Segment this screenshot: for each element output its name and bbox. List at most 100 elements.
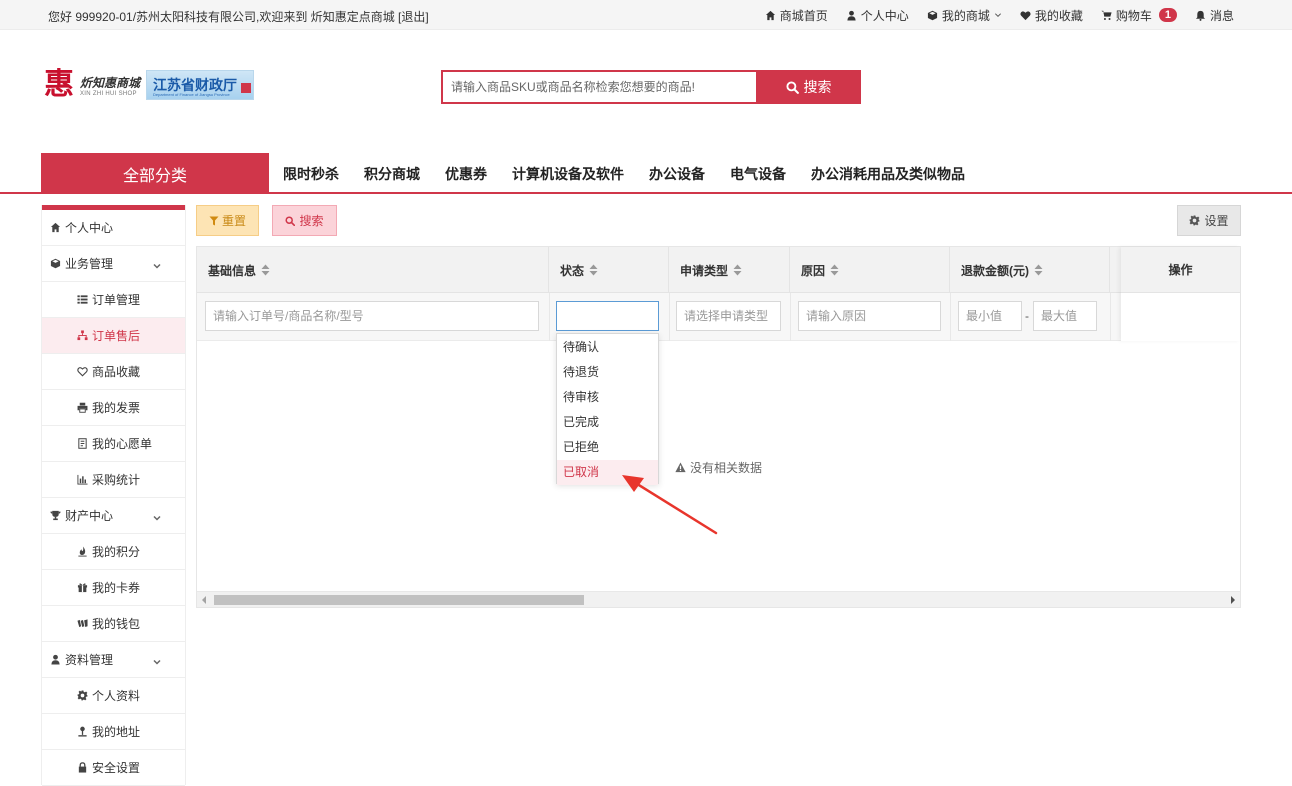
sidebar-item-points[interactable]: 我的积分	[42, 534, 185, 570]
chevron-down-icon	[994, 13, 1001, 18]
table-filter-row	[197, 293, 1240, 341]
category-computer-equipment[interactable]: 计算机设备及软件	[512, 164, 624, 184]
sidebar-item-addresses[interactable]: 我的地址	[42, 714, 185, 750]
sidebar-item-wishlist[interactable]: 我的心愿单	[42, 426, 185, 462]
column-header-reason[interactable]: 原因	[790, 247, 950, 293]
refund-max-input[interactable]	[1033, 301, 1097, 331]
gear-icon	[1189, 215, 1201, 226]
sort-icon	[589, 264, 598, 276]
status-option-rejected[interactable]: 已拒绝	[557, 435, 658, 460]
category-flash-sale[interactable]: 限时秒杀	[283, 164, 339, 184]
status-option-pending-confirm[interactable]: 待确认	[557, 335, 658, 360]
topnav-messages[interactable]: 消息	[1195, 7, 1234, 24]
category-electrical-equipment[interactable]: 电气设备	[730, 164, 786, 184]
sidebar-item-label: 安全设置	[92, 761, 141, 775]
status-option-completed[interactable]: 已完成	[557, 410, 658, 435]
table-settings-button[interactable]: 设置	[1177, 205, 1241, 236]
request-type-filter-select[interactable]	[676, 301, 781, 331]
range-separator: -	[1025, 309, 1029, 323]
sidebar-item-label: 个人中心	[65, 221, 114, 235]
product-search-button-label: 搜索	[803, 79, 832, 95]
sidebar-item-order-management[interactable]: 订单管理	[42, 282, 185, 318]
topnav-my-mall-label: 我的商城	[941, 8, 990, 23]
chevron-down-icon	[153, 659, 161, 665]
refund-min-input[interactable]	[958, 301, 1022, 331]
sidebar-group-label: 财产中心	[65, 509, 114, 523]
status-option-pending-return[interactable]: 待退货	[557, 360, 658, 385]
trophy-icon	[50, 510, 61, 521]
basic-info-filter-input[interactable]	[205, 301, 539, 331]
cart-icon	[1101, 10, 1112, 20]
scrollbar-thumb[interactable]	[214, 595, 584, 605]
document-icon	[78, 438, 87, 449]
sidebar-item-label: 我的卡券	[92, 581, 141, 595]
sidebar-item-wallet[interactable]: 我的钱包	[42, 606, 185, 642]
sidebar: 个人中心 业务管理 订单管理 订单售后 商品收藏 我的发票 我的心愿单 采购统计…	[41, 205, 186, 786]
topnav-my-mall[interactable]: 我的商城	[927, 7, 1002, 24]
site-logo[interactable]: 惠 炘知惠商城 XIN ZHI HUI SHOP 江苏省财政厅 Departme…	[44, 68, 264, 102]
gear-icon	[77, 690, 88, 701]
sidebar-group-assets[interactable]: 财产中心	[42, 498, 185, 534]
reset-filter-button[interactable]: 重置	[196, 205, 259, 236]
topnav-cart-label: 购物车	[1115, 8, 1152, 23]
scroll-right-arrow-icon[interactable]	[1231, 596, 1235, 604]
bell-icon	[1195, 10, 1206, 21]
category-nav: 限时秒杀 积分商城 优惠券 计算机设备及软件 办公设备 电气设备 办公消耗用品及…	[283, 153, 965, 194]
status-option-cancelled[interactable]: 已取消	[557, 460, 658, 485]
sidebar-item-vouchers[interactable]: 我的卡券	[42, 570, 185, 606]
sidebar-item-invoices[interactable]: 我的发票	[42, 390, 185, 426]
sort-icon	[830, 264, 839, 276]
category-office-equipment[interactable]: 办公设备	[649, 164, 705, 184]
cart-count-badge: 1	[1158, 8, 1177, 22]
map-pin-icon	[78, 726, 87, 737]
column-divider	[1110, 293, 1111, 341]
table-settings-label: 设置	[1204, 214, 1229, 228]
all-categories-button[interactable]: 全部分类	[41, 153, 269, 194]
sidebar-item-personal-info[interactable]: 个人资料	[42, 678, 185, 714]
sidebar-item-product-favorites[interactable]: 商品收藏	[42, 354, 185, 390]
column-header-request-type[interactable]: 申请类型	[669, 247, 790, 293]
status-dropdown: 待确认 待退货 待审核 已完成 已拒绝 已取消	[556, 333, 659, 485]
filter-search-button[interactable]: 搜索	[272, 205, 337, 236]
scroll-left-arrow-icon[interactable]	[202, 596, 206, 604]
column-header-label: 原因	[801, 263, 826, 278]
reason-filter-input[interactable]	[798, 301, 941, 331]
product-search-input[interactable]	[441, 70, 757, 104]
column-header-status[interactable]: 状态	[549, 247, 669, 293]
sidebar-group-profile[interactable]: 资料管理	[42, 642, 185, 678]
topnav-cart[interactable]: 购物车 1	[1101, 7, 1177, 24]
sidebar-item-label: 我的发票	[92, 401, 141, 415]
topnav-favorites-label: 我的收藏	[1034, 8, 1083, 23]
status-filter-select[interactable]	[556, 301, 659, 331]
horizontal-scrollbar[interactable]	[197, 591, 1240, 607]
column-header-basic-info[interactable]: 基础信息	[197, 247, 549, 293]
category-coupons[interactable]: 优惠券	[445, 164, 487, 184]
cube-icon	[927, 10, 937, 20]
column-header-label: 退款金额(元)	[961, 263, 1029, 278]
user-icon	[847, 10, 856, 21]
sitemap-icon	[77, 330, 88, 341]
sidebar-item-security[interactable]: 安全设置	[42, 750, 185, 786]
top-nav: 商城首页 个人中心 我的商城 我的收藏 购物车 1 消息	[765, 0, 1234, 30]
gov-logo: 江苏省财政厅 Department of Finance of Jiangsu …	[146, 70, 255, 100]
status-option-pending-review[interactable]: 待审核	[557, 385, 658, 410]
gift-icon	[77, 583, 88, 593]
category-office-consumables[interactable]: 办公消耗用品及类似物品	[811, 164, 965, 184]
topnav-home[interactable]: 商城首页	[765, 7, 828, 24]
product-search-button[interactable]: 搜索	[756, 70, 861, 104]
user-icon	[51, 654, 60, 665]
column-divider	[950, 293, 951, 341]
sidebar-item-purchase-stats[interactable]: 采购统计	[42, 462, 185, 498]
topnav-user-center[interactable]: 个人中心	[846, 7, 909, 24]
column-header-refund-amount[interactable]: 退款金额(元)	[950, 247, 1110, 293]
sidebar-item-label: 订单管理	[92, 293, 141, 307]
topnav-favorites[interactable]: 我的收藏	[1020, 7, 1083, 24]
category-points-mall[interactable]: 积分商城	[364, 164, 420, 184]
column-divider	[549, 293, 550, 341]
column-header-label: 申请类型	[680, 263, 729, 278]
sidebar-item-after-sales[interactable]: 订单售后	[42, 318, 185, 354]
topnav-home-label: 商城首页	[779, 8, 828, 23]
sidebar-group-business[interactable]: 业务管理	[42, 246, 185, 282]
wallet-icon	[77, 619, 88, 628]
sidebar-item-user-center[interactable]: 个人中心	[42, 210, 185, 246]
